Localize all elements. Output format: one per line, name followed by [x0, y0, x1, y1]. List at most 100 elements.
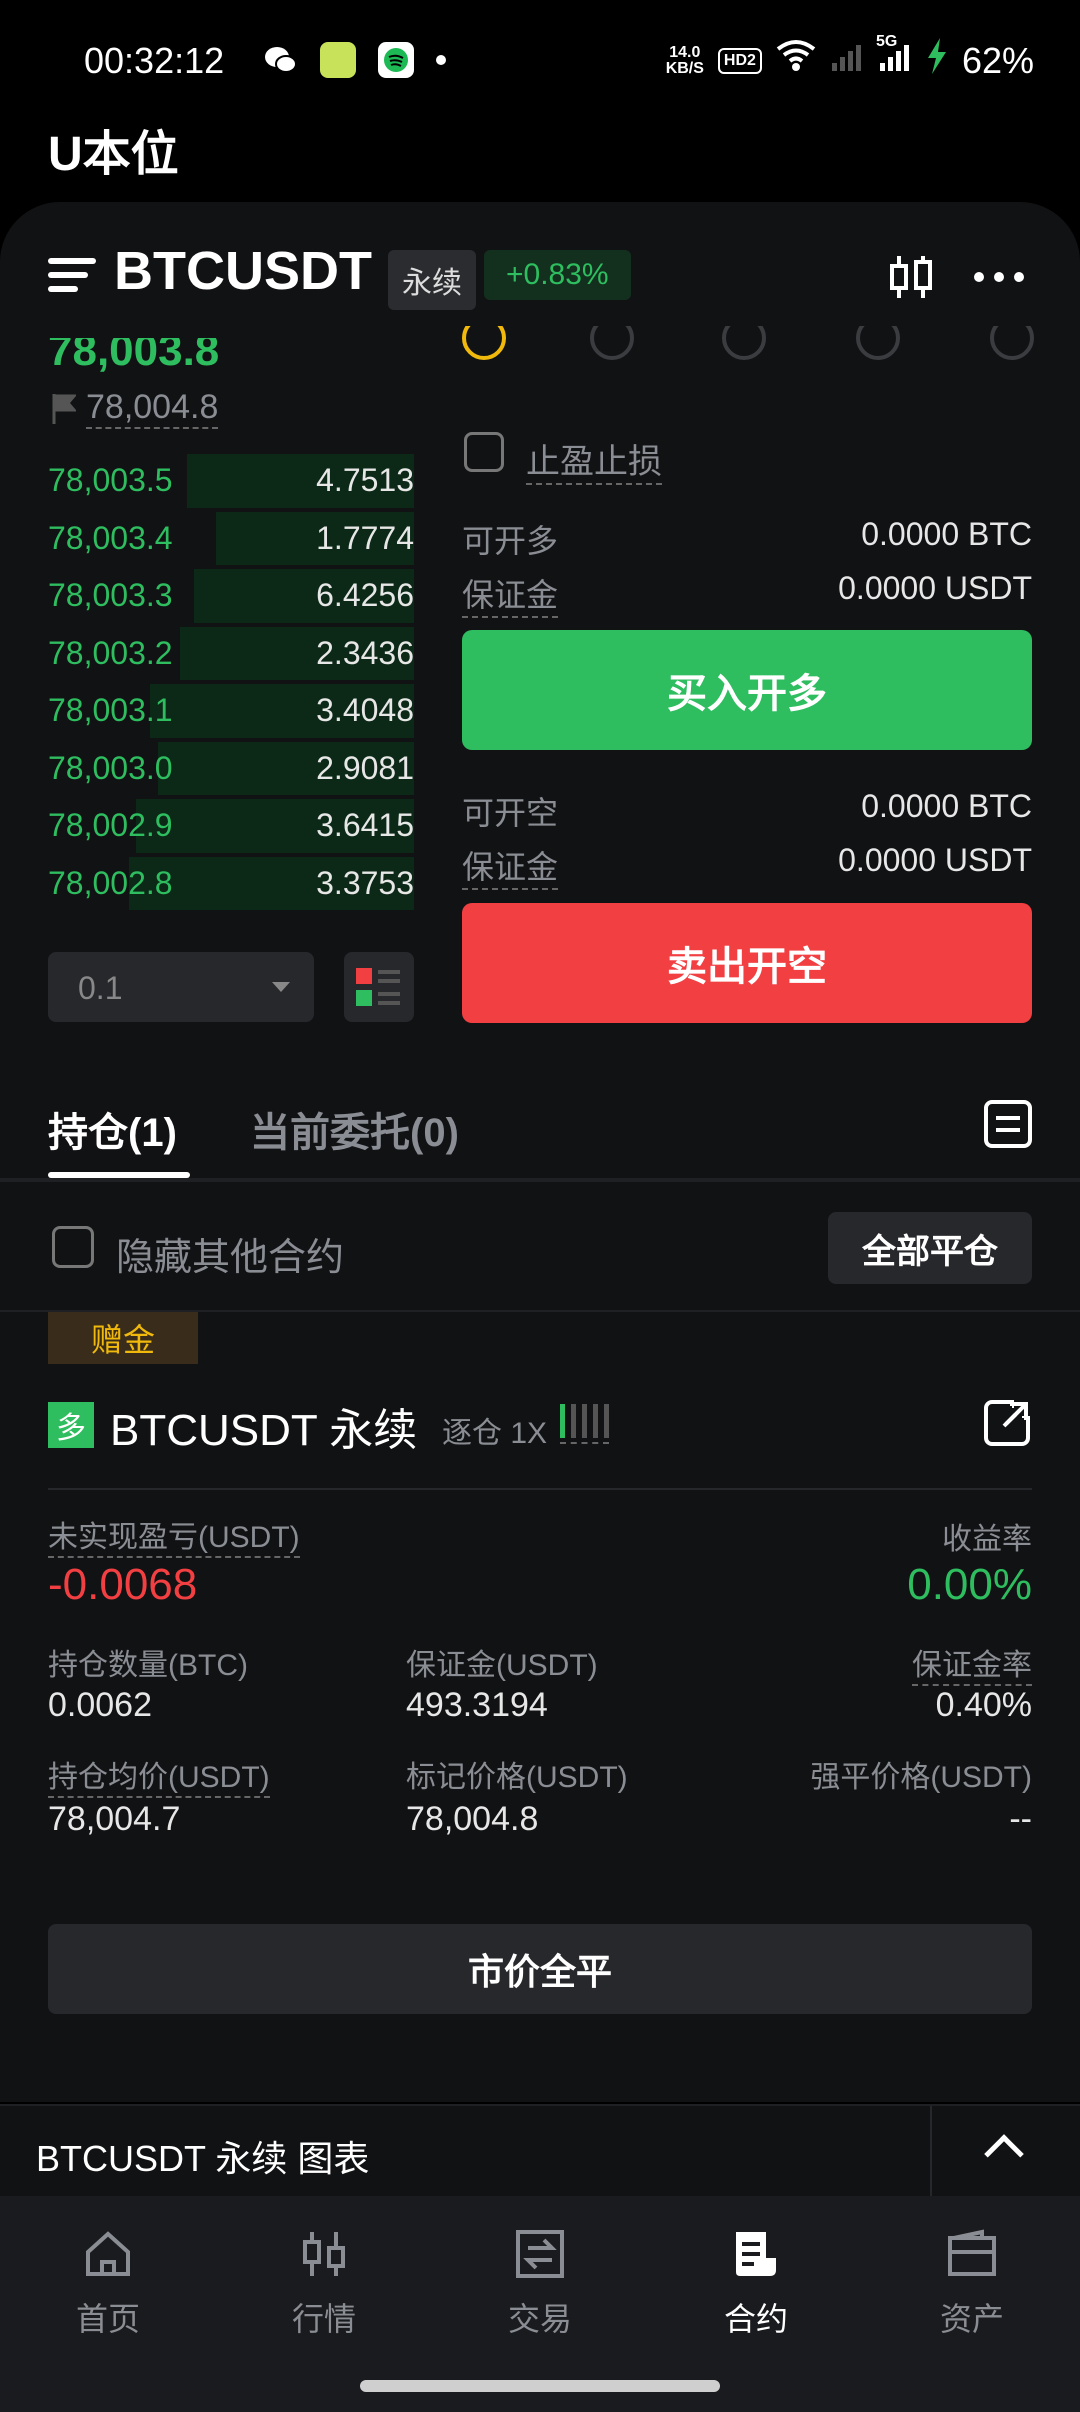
bid-price: 78,003.2	[48, 634, 173, 671]
bid-quantity: 6.4256	[316, 577, 414, 614]
mark-price-row[interactable]: 78,004.8	[52, 388, 219, 429]
app-notification-icon	[320, 42, 356, 78]
signal-5g-icon: 5G	[876, 33, 912, 82]
margin-ratio-value: 0.40%	[935, 1686, 1032, 1724]
bid-quantity: 4.7513	[316, 462, 414, 499]
bid-price: 78,003.0	[48, 749, 173, 786]
futures-icon	[730, 2228, 782, 2280]
page-title: U本位	[48, 128, 179, 181]
bid-price: 78,003.1	[48, 692, 173, 729]
flag-icon	[52, 393, 76, 424]
divider	[48, 1488, 1032, 1490]
close-all-button[interactable]: 全部平仓	[828, 1212, 1032, 1284]
nav-trade[interactable]: 交易	[470, 2228, 610, 2340]
charging-icon	[926, 38, 948, 83]
bonus-tag: 赠金	[48, 1312, 198, 1364]
share-icon[interactable]	[984, 1400, 1030, 1446]
notification-icons	[262, 42, 446, 78]
nav-market[interactable]: 行情	[254, 2228, 394, 2340]
more-notifications-dot	[436, 55, 446, 65]
amount-slider[interactable]	[460, 326, 1040, 366]
order-book-row[interactable]: 78,003.3 6.4256	[48, 567, 414, 625]
entry-price-label: 持仓均价(USDT)	[48, 1752, 270, 1798]
chart-drawer-title[interactable]: BTCUSDT 永续 图表	[36, 2130, 369, 2182]
tpsl-label[interactable]: 止盈止损	[526, 434, 662, 485]
home-indicator[interactable]	[360, 2380, 720, 2392]
bid-quantity: 2.3436	[316, 634, 414, 671]
market-icon	[298, 2228, 350, 2280]
can-open-long-row: 可开多 0.0000 BTC	[462, 516, 1032, 559]
long-margin-row: 保证金 0.0000 USDT	[462, 570, 1032, 618]
bid-quantity: 1.7774	[316, 519, 414, 556]
leverage-bar	[604, 1404, 609, 1438]
bid-price: 78,003.4	[48, 519, 173, 556]
nav-home[interactable]: 首页	[38, 2228, 178, 2340]
candlestick-chart-icon[interactable]	[884, 250, 938, 304]
spotify-icon	[378, 42, 414, 78]
chevron-down-icon	[272, 982, 290, 992]
unrealized-pnl-label: 未实现盈亏(USDT)	[48, 1512, 300, 1558]
margin-label: 保证金(USDT)	[406, 1649, 598, 1682]
status-time: 00:32:12	[84, 40, 225, 81]
mark-price-label: 标记价格(USDT)	[406, 1761, 628, 1794]
more-options-icon[interactable]	[974, 272, 1024, 282]
system-status: 14.0 KB/S HD2 5G 62%	[665, 33, 1034, 83]
order-book-row[interactable]: 78,002.9 3.6415	[48, 797, 414, 855]
long-side-badge: 多	[48, 1402, 94, 1448]
unrealized-pnl-value: -0.0068	[48, 1560, 198, 1609]
divider	[930, 2106, 932, 2196]
hd-badge: HD2	[717, 47, 762, 74]
order-book-row[interactable]: 78,003.4 1.7774	[48, 510, 414, 568]
liq-price-label: 强平价格(USDT)	[810, 1761, 1032, 1794]
short-margin-row: 保证金 0.0000 USDT	[462, 842, 1032, 890]
mark-price-value: 78,004.8	[406, 1800, 539, 1838]
can-open-short-row: 可开空 0.0000 BTC	[462, 788, 1032, 831]
hide-other-label[interactable]: 隐藏其他合约	[116, 1226, 344, 1281]
tpsl-checkbox[interactable]	[464, 432, 504, 472]
order-book-row[interactable]: 78,002.8 3.3753	[48, 855, 414, 913]
order-book-row[interactable]: 78,003.1 3.4048	[48, 682, 414, 740]
margin-mode[interactable]: 逐仓 1X	[442, 1408, 547, 1452]
entry-price-value: 78,004.7	[48, 1800, 181, 1838]
leverage-bar	[560, 1404, 565, 1438]
hide-other-checkbox[interactable]	[52, 1226, 94, 1268]
bid-quantity: 2.9081	[316, 749, 414, 786]
book-mode-icon[interactable]	[344, 952, 414, 1022]
nav-assets[interactable]: 资产	[902, 2228, 1042, 2340]
tab-positions[interactable]: 持仓(1)	[48, 1100, 177, 1158]
leverage-bar	[593, 1404, 598, 1438]
buy-long-button[interactable]: 买入开多	[462, 630, 1032, 750]
margin-value: 493.3194	[406, 1686, 548, 1724]
wallet-icon	[946, 2228, 998, 2280]
menu-icon[interactable]	[48, 258, 96, 294]
liq-price-value: --	[1009, 1800, 1032, 1838]
order-book-row[interactable]: 78,003.2 2.3436	[48, 625, 414, 683]
size-value: 0.0062	[48, 1686, 152, 1724]
depth-precision-select[interactable]: 0.1	[48, 952, 314, 1022]
position-symbol: BTCUSDT 永续	[110, 1406, 418, 1455]
bid-price: 78,003.5	[48, 462, 173, 499]
order-book: 78,003.5 4.7513 78,003.4 1.7774 78,003.3 6.42…	[48, 452, 414, 912]
net-speed: 14.0 KB/S	[665, 43, 704, 77]
wifi-icon	[776, 39, 816, 82]
symbol-title[interactable]: BTCUSDT	[114, 240, 372, 302]
size-label: 持仓数量(BTC)	[48, 1649, 248, 1682]
roe-label: 收益率	[942, 1523, 1032, 1556]
sell-short-button[interactable]: 卖出开空	[462, 903, 1032, 1023]
wechat-icon	[262, 42, 298, 78]
status-bar: 00:32:12 14.0 KB/S HD2 5G 62%	[0, 0, 1080, 120]
roe-value: 0.00%	[907, 1560, 1032, 1609]
nav-futures[interactable]: 合约	[686, 2228, 826, 2340]
bid-quantity: 3.6415	[316, 807, 414, 844]
leverage-indicator	[560, 1404, 609, 1444]
tab-open-orders[interactable]: 当前委托(0)	[250, 1100, 459, 1158]
bid-price: 78,002.8	[48, 864, 173, 901]
bid-price: 78,003.3	[48, 577, 173, 614]
signal-1-icon	[830, 39, 864, 82]
trade-icon	[514, 2228, 566, 2280]
order-book-row[interactable]: 78,003.0 2.9081	[48, 740, 414, 798]
market-close-all-button[interactable]: 市价全平	[48, 1924, 1032, 2014]
bid-quantity: 3.4048	[316, 692, 414, 729]
order-book-row[interactable]: 78,003.5 4.7513	[48, 452, 414, 510]
order-history-icon[interactable]	[984, 1100, 1032, 1148]
